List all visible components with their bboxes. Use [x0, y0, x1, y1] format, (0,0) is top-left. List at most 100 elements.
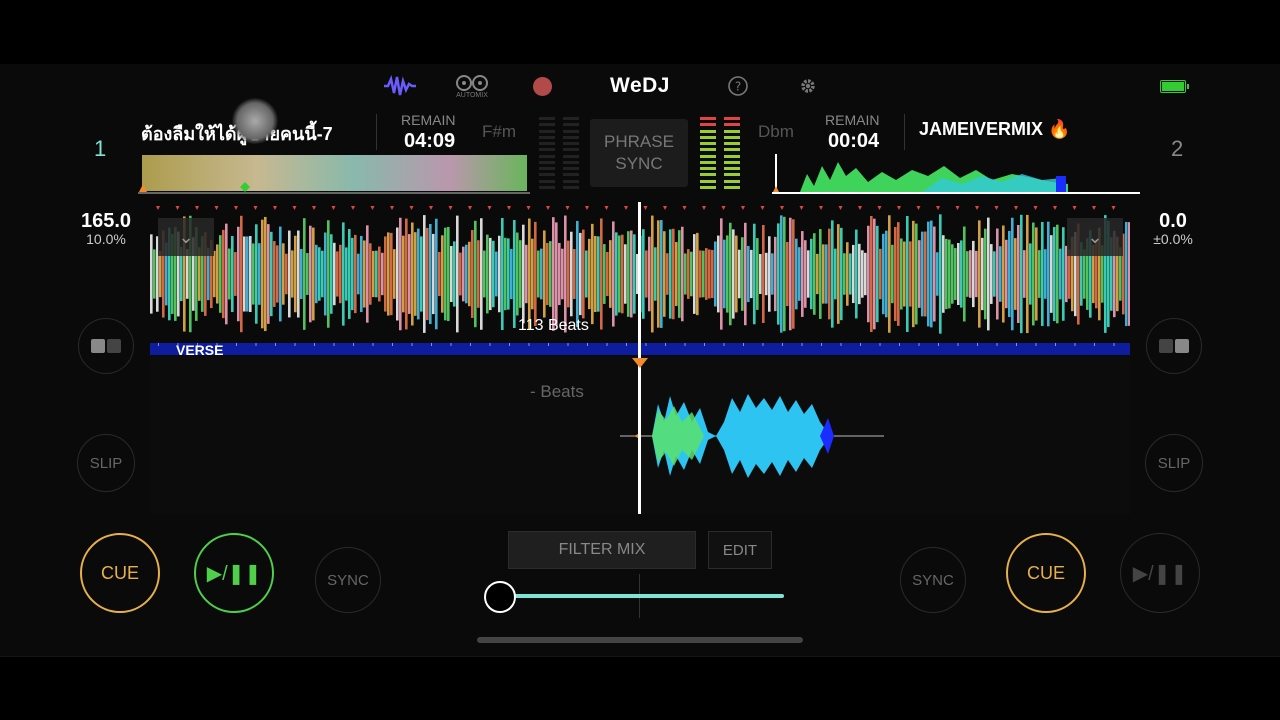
waveform-bar: [711, 249, 714, 299]
waveform-bar: [444, 227, 447, 321]
waveform-bar: [432, 233, 435, 315]
waveform-bar: [798, 247, 801, 301]
deck2-sync-button[interactable]: SYNC: [900, 547, 966, 613]
help-button[interactable]: ?: [726, 72, 750, 100]
beat-marker: [780, 206, 784, 210]
waveform-bar: [585, 250, 588, 298]
waveform-bar: [984, 228, 987, 320]
waveform-bar: [1053, 226, 1056, 322]
deck2-track-title[interactable]: JAMEIVERMIX 🔥: [919, 119, 1119, 140]
playhead-marker: [632, 358, 648, 368]
deck1-collapse-button[interactable]: ⌄: [158, 218, 214, 256]
waveform-bar: [807, 250, 810, 298]
waveform-bar: [264, 216, 267, 332]
waveform-bar: [903, 241, 906, 307]
beat-marker: [331, 206, 336, 210]
waveform-bar: [504, 237, 507, 311]
deck2-bpm-display[interactable]: 0.0 ±0.0%: [1140, 210, 1206, 256]
deck2-cue-button[interactable]: CUE: [1006, 533, 1086, 613]
deck2-play-pause-button[interactable]: ▶/❚❚: [1120, 533, 1200, 613]
deck2-pad-mode-button[interactable]: [1146, 318, 1202, 374]
waveform-bar: [333, 242, 336, 306]
deck2-collapse-button[interactable]: ⌄: [1067, 218, 1123, 256]
waveform-bar: [753, 223, 756, 325]
waveform-bar: [891, 244, 894, 304]
waveform-bar: [924, 231, 927, 317]
scroll-indicator: [477, 637, 803, 643]
waveform-bar: [630, 230, 633, 318]
edit-button[interactable]: EDIT: [708, 531, 772, 569]
waveform-bar: [972, 240, 975, 308]
waveform-bar: [966, 251, 969, 297]
waveform-bar: [495, 251, 498, 297]
waveform-bar: [720, 218, 723, 330]
phrase-tick: [879, 343, 881, 346]
waveform-bar: [552, 217, 555, 331]
crossfader-knob[interactable]: [484, 581, 516, 613]
deck1-overview-waveform[interactable]: [138, 154, 530, 194]
deck1-bpm-display[interactable]: 165.0 10.0%: [73, 210, 139, 256]
waveform-icon[interactable]: [382, 72, 418, 100]
deck1-number: 1: [94, 136, 107, 161]
phrase-tick: [372, 343, 374, 346]
phrase-tick: [645, 343, 647, 346]
beat-marker: [292, 206, 297, 210]
waveform-bar: [960, 240, 963, 308]
waveform-bar: [564, 215, 567, 333]
deck2-remain-label: REMAIN: [825, 112, 880, 128]
beat-marker: [819, 206, 823, 210]
automix-button[interactable]: AUTOMIX: [452, 72, 492, 100]
deck1-play-pause-button[interactable]: ▶/❚❚: [194, 533, 274, 613]
deck1-touch-indicator: [232, 98, 278, 144]
phrase-tick: [860, 343, 861, 346]
waveform-bar: [750, 249, 753, 299]
waveform-bar: [219, 235, 222, 313]
crossfader-track[interactable]: [500, 594, 784, 598]
waveform-bar: [270, 231, 273, 317]
phrase-tick: [1055, 343, 1056, 346]
waveform-bar: [696, 232, 699, 316]
waveform-bar: [345, 247, 348, 301]
settings-button[interactable]: [796, 72, 820, 100]
gear-icon: [801, 79, 815, 93]
waveform-bar: [846, 242, 849, 306]
waveform-bar: [225, 223, 228, 325]
waveform-bar: [801, 231, 804, 317]
beat-marker: [936, 206, 940, 210]
deck1-level-meter-right: [563, 117, 579, 189]
beat-marker: [195, 206, 199, 210]
deck1-sync-button[interactable]: SYNC: [315, 547, 381, 613]
waveform-bar: [237, 226, 240, 322]
waveform-bar: [945, 238, 948, 310]
deck1-cue-button[interactable]: CUE: [80, 533, 160, 613]
waveform-bar: [864, 252, 867, 296]
beat-marker: [702, 206, 706, 210]
record-button[interactable]: [530, 72, 554, 100]
waveform-bar: [327, 220, 330, 328]
waveform-bar: [702, 250, 705, 298]
waveform-bar: [606, 251, 609, 297]
waveform-bar: [834, 248, 837, 300]
waveform-bar: [477, 240, 480, 308]
deck2-number: 2: [1171, 136, 1184, 161]
waveform-bar: [582, 229, 585, 319]
automix-icon: [456, 74, 488, 91]
beat-marker: [643, 206, 648, 210]
beat-marker: [1111, 206, 1116, 210]
waveform-bar: [408, 234, 411, 314]
deck1-slip-button[interactable]: SLIP: [77, 434, 135, 492]
phrase-sync-button[interactable]: PHRASE SYNC: [590, 119, 688, 187]
waveform-bar: [1005, 239, 1008, 309]
deck1-pad-mode-button[interactable]: [78, 318, 134, 374]
beat-marker: [1092, 206, 1096, 210]
waveform-bar: [1128, 222, 1130, 326]
filter-mix-button[interactable]: FILTER MIX: [508, 531, 696, 569]
waveform-bar: [990, 244, 993, 304]
deck2-slip-button[interactable]: SLIP: [1145, 434, 1203, 492]
waveform-bar: [522, 224, 525, 324]
waveform-bar: [558, 242, 561, 306]
deck2-overview-waveform[interactable]: [772, 154, 1140, 194]
deck2-pitch: ±0.0%: [1153, 231, 1193, 247]
waveform-bar: [870, 216, 873, 332]
waveform-bar: [1032, 222, 1035, 326]
